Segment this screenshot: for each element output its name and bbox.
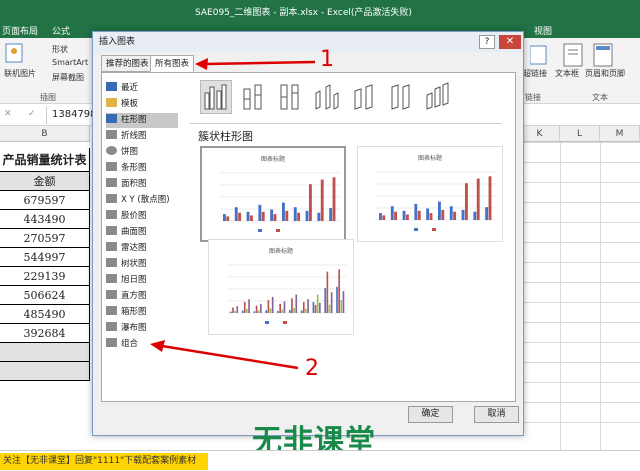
- promo-banner: 关注【无非课堂】回复"1111"下载配套案例素材: [0, 453, 208, 470]
- tab-all-charts[interactable]: 所有图表: [150, 55, 195, 72]
- status-bar: 关注【无非课堂】回复"1111"下载配套案例素材: [0, 450, 640, 471]
- annotation-number-2: 2: [305, 356, 319, 381]
- annotation-arrowhead-2: [150, 340, 165, 352]
- annotation-arrow-2: [161, 344, 299, 370]
- annotation-arrowhead-1: [195, 58, 208, 70]
- annotation-number-1: 1: [320, 47, 334, 72]
- annotation-arrow-1: [204, 60, 316, 66]
